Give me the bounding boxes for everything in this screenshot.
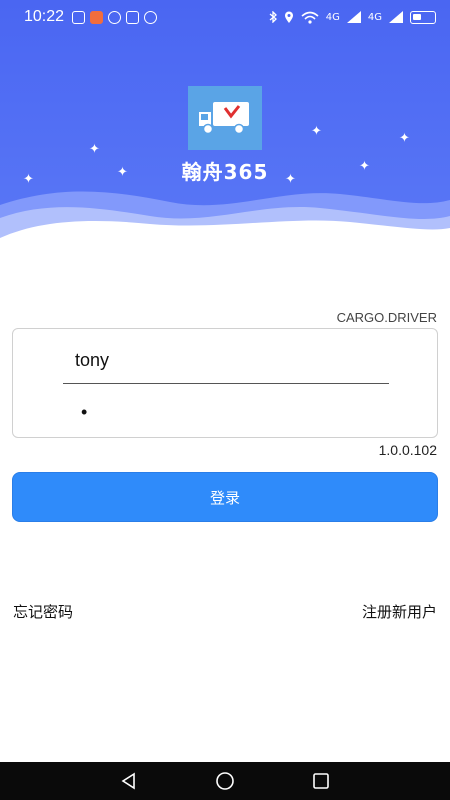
recent-apps-button[interactable] [306,769,336,793]
back-button[interactable] [114,769,144,793]
location-icon [284,11,293,23]
nfc-icon [126,10,140,24]
network-type-label: 4G [367,11,382,23]
app-badge-icon [90,10,104,24]
penguin-icon [72,10,86,24]
eye-icon [108,10,122,24]
bluetooth-icon [269,11,277,23]
role-label: CARGO.DRIVER [336,310,437,325]
status-time: 10:22 [24,8,65,25]
wave-decoration [0,191,450,250]
signal-icon [389,11,403,23]
register-link[interactable]: 注册新用户 [362,601,437,622]
notification-icons [72,10,158,24]
home-button[interactable] [210,769,240,793]
back-triangle-icon [121,772,135,790]
alarm-icon [144,10,158,24]
login-button[interactable]: 登录 [12,472,438,522]
app-title: 翰舟365 [181,160,269,184]
login-form-card [12,328,438,438]
username-input[interactable] [63,329,389,384]
forgot-password-link[interactable]: 忘记密码 [13,601,73,622]
recent-square-icon [313,773,329,789]
truck-logo-icon [199,102,249,135]
system-icons: 4G 4G [269,10,436,24]
app-logo [188,86,262,150]
wifi-icon [301,11,319,24]
home-circle-icon [216,772,234,790]
status-bar: 10:22 4G 4G [0,0,450,34]
sparkle-icon: ✦ [89,142,100,157]
navigation-bar [0,762,450,800]
sparkle-icon: ✦ [311,124,322,139]
signal-icon [346,11,361,23]
password-input[interactable] [63,391,389,433]
sparkle-icon: ✦ [399,131,410,146]
version-label: 1.0.0.102 [378,442,437,458]
battery-icon [410,10,436,24]
network-type-label: 4G [325,11,340,23]
